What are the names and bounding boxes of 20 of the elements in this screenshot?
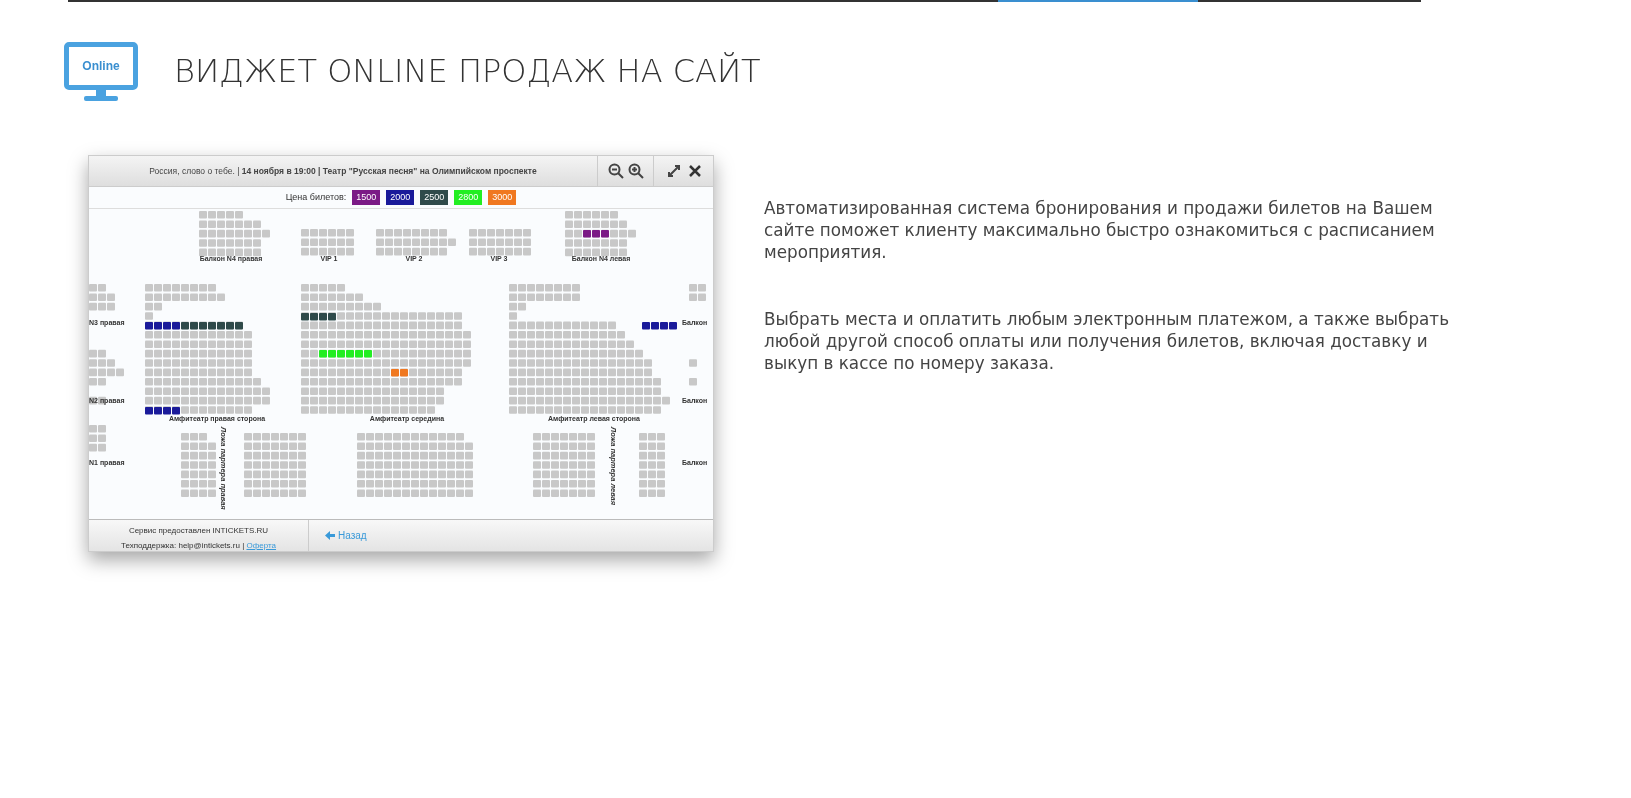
price-tag: 2800	[454, 189, 483, 206]
support-text: Техподдержка: help@intickets.ru	[120, 541, 240, 550]
page-title: ВИДЖЕТ ONLINE ПРОДАЖ НА САЙТ	[174, 52, 761, 91]
price-tag: 1500	[352, 189, 381, 206]
event-title: Россия, слово о тебе. | 14 ноября в 19:00 | Театр "Русская песня" на Олимпийском проспекте	[148, 164, 538, 178]
description-paragraph: Выбрать места и оплатить любым электронным платежом, а также выбрать любой другой способ оплаты или получения билетов, включая доставку и выкуп в кассе по номеру заказа.	[764, 308, 1451, 374]
offer-link[interactable]: Оферта	[246, 541, 277, 550]
back-button[interactable]: Назад	[309, 520, 367, 551]
price-tag: 2500	[420, 189, 449, 206]
description-paragraph: Автоматизированная система бронирования и продажи билетов на Вашем сайте поможет клиенту максимально быстро ознакомиться с расписанием мероприятия.	[764, 197, 1436, 263]
zoom-in-icon[interactable]	[627, 163, 644, 179]
close-icon[interactable]	[688, 165, 701, 177]
price-label: Цена билетов:	[285, 190, 347, 204]
zoom-out-icon[interactable]	[607, 163, 624, 179]
expand-icon[interactable]	[666, 164, 681, 178]
separator-text: |	[242, 541, 245, 550]
price-tag: 3000	[488, 189, 517, 206]
arrow-left-icon	[325, 531, 335, 540]
service-text: Сервис предоставлен INTICKETS.RU	[127, 525, 270, 537]
price-tag: 2000	[386, 189, 415, 206]
